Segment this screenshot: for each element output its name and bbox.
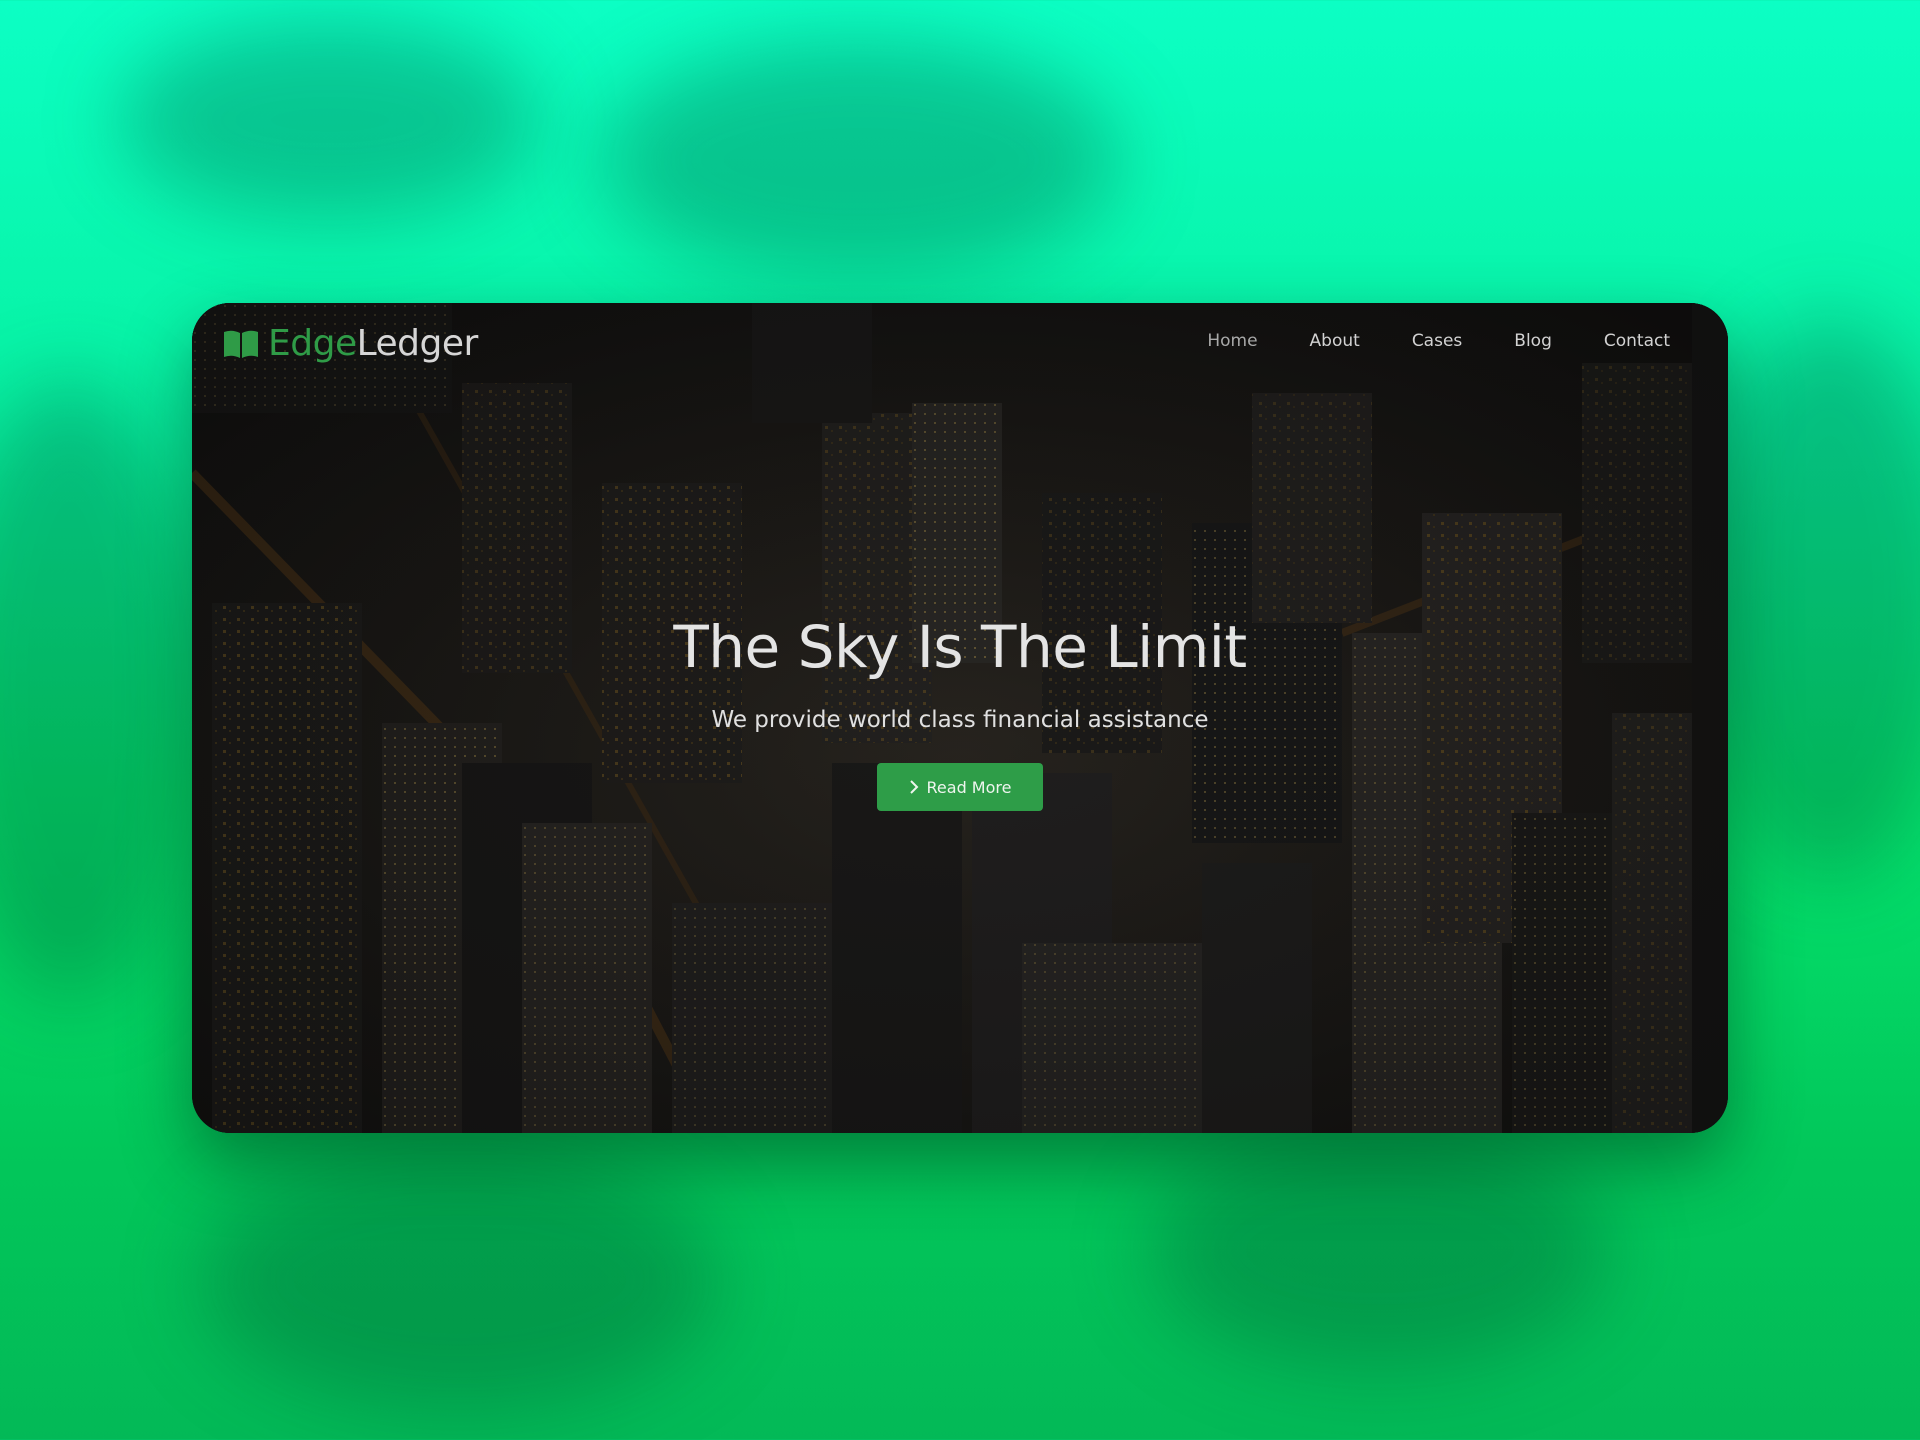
read-more-button[interactable]: Read More (877, 763, 1043, 811)
brand-logo[interactable]: EdgeLedger (222, 323, 478, 364)
brand-name: EdgeLedger (268, 323, 478, 364)
background-shadow (1700, 320, 1920, 880)
nav-menu: Home About Cases Blog Contact (1207, 331, 1670, 351)
nav-item-about[interactable]: About (1310, 331, 1360, 351)
background-shadow (1150, 1130, 1610, 1370)
read-more-label: Read More (926, 777, 1012, 797)
background-shadow (200, 1150, 720, 1410)
hero-section: The Sky Is The Limit We provide world cl… (192, 613, 1728, 811)
nav-item-contact[interactable]: Contact (1604, 331, 1670, 351)
background-shadow (120, 20, 540, 220)
brand-name-edge: Edge (268, 323, 357, 364)
open-book-icon (224, 330, 258, 358)
top-navigation: EdgeLedger Home About Cases Blog Contact (192, 303, 1728, 379)
hero-title: The Sky Is The Limit (673, 613, 1247, 681)
background-shadow (600, 40, 1120, 280)
nav-item-cases[interactable]: Cases (1412, 331, 1462, 351)
chevron-right-icon (909, 780, 918, 794)
nav-item-home[interactable]: Home (1207, 331, 1257, 351)
background-shadow (0, 380, 200, 1000)
brand-name-ledger: Ledger (356, 323, 479, 364)
hero-subtitle: We provide world class financial assista… (711, 707, 1209, 733)
website-preview-card: EdgeLedger Home About Cases Blog Contact… (192, 303, 1728, 1133)
nav-item-blog[interactable]: Blog (1514, 331, 1552, 351)
